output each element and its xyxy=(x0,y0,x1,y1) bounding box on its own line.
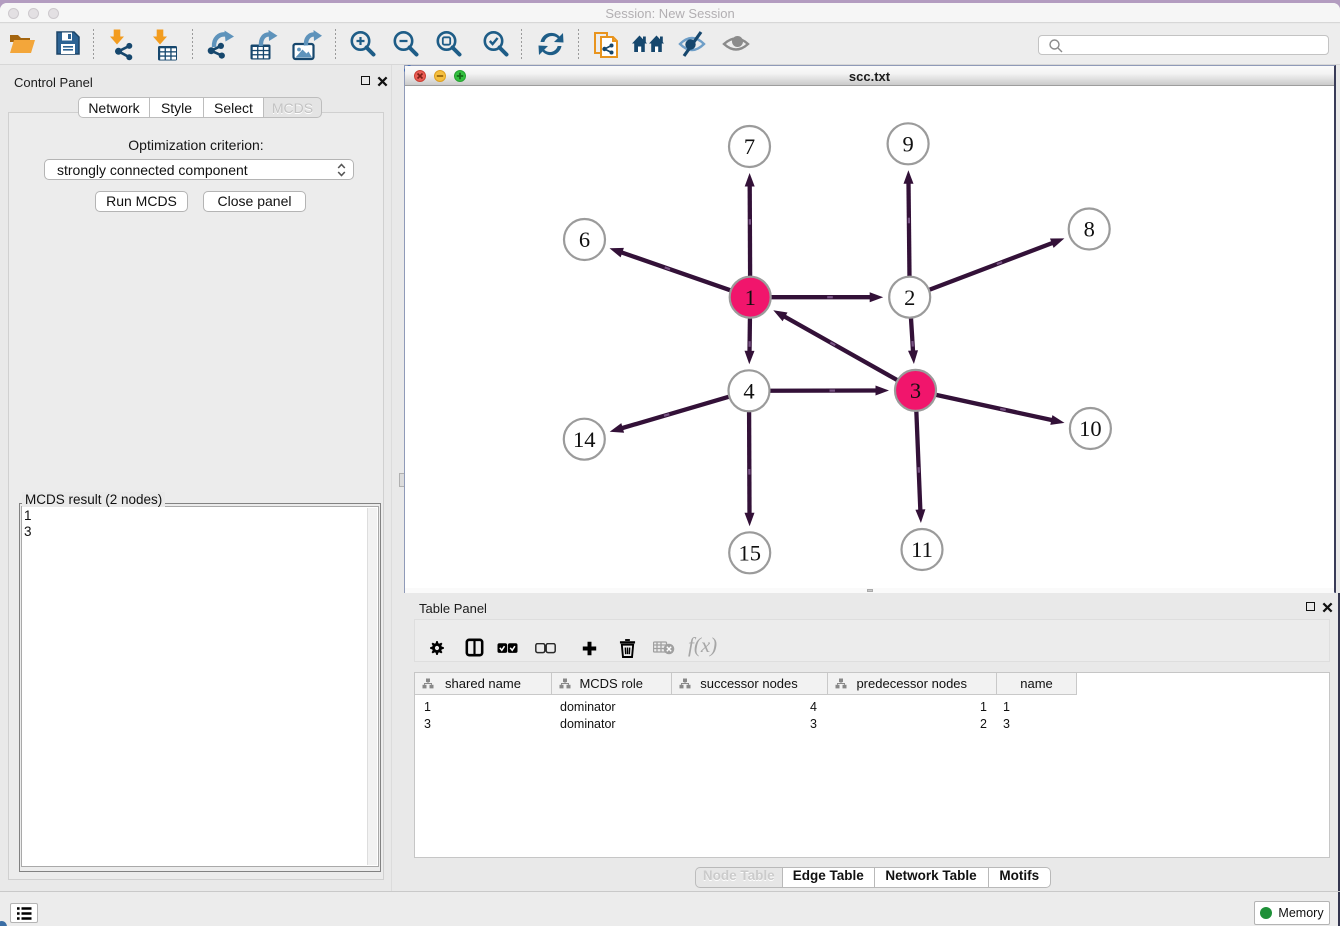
svg-text:3: 3 xyxy=(910,378,921,403)
svg-text:11: 11 xyxy=(911,537,933,562)
svg-text:7: 7 xyxy=(744,134,755,159)
svg-text:4: 4 xyxy=(743,378,754,403)
svg-text:15: 15 xyxy=(738,540,761,565)
svg-text:14: 14 xyxy=(573,427,596,452)
svg-text:2: 2 xyxy=(904,285,915,310)
svg-text:1: 1 xyxy=(745,285,756,310)
svg-text:10: 10 xyxy=(1079,416,1102,441)
svg-text:8: 8 xyxy=(1084,217,1095,242)
svg-text:6: 6 xyxy=(579,227,590,252)
svg-text:9: 9 xyxy=(902,131,913,156)
